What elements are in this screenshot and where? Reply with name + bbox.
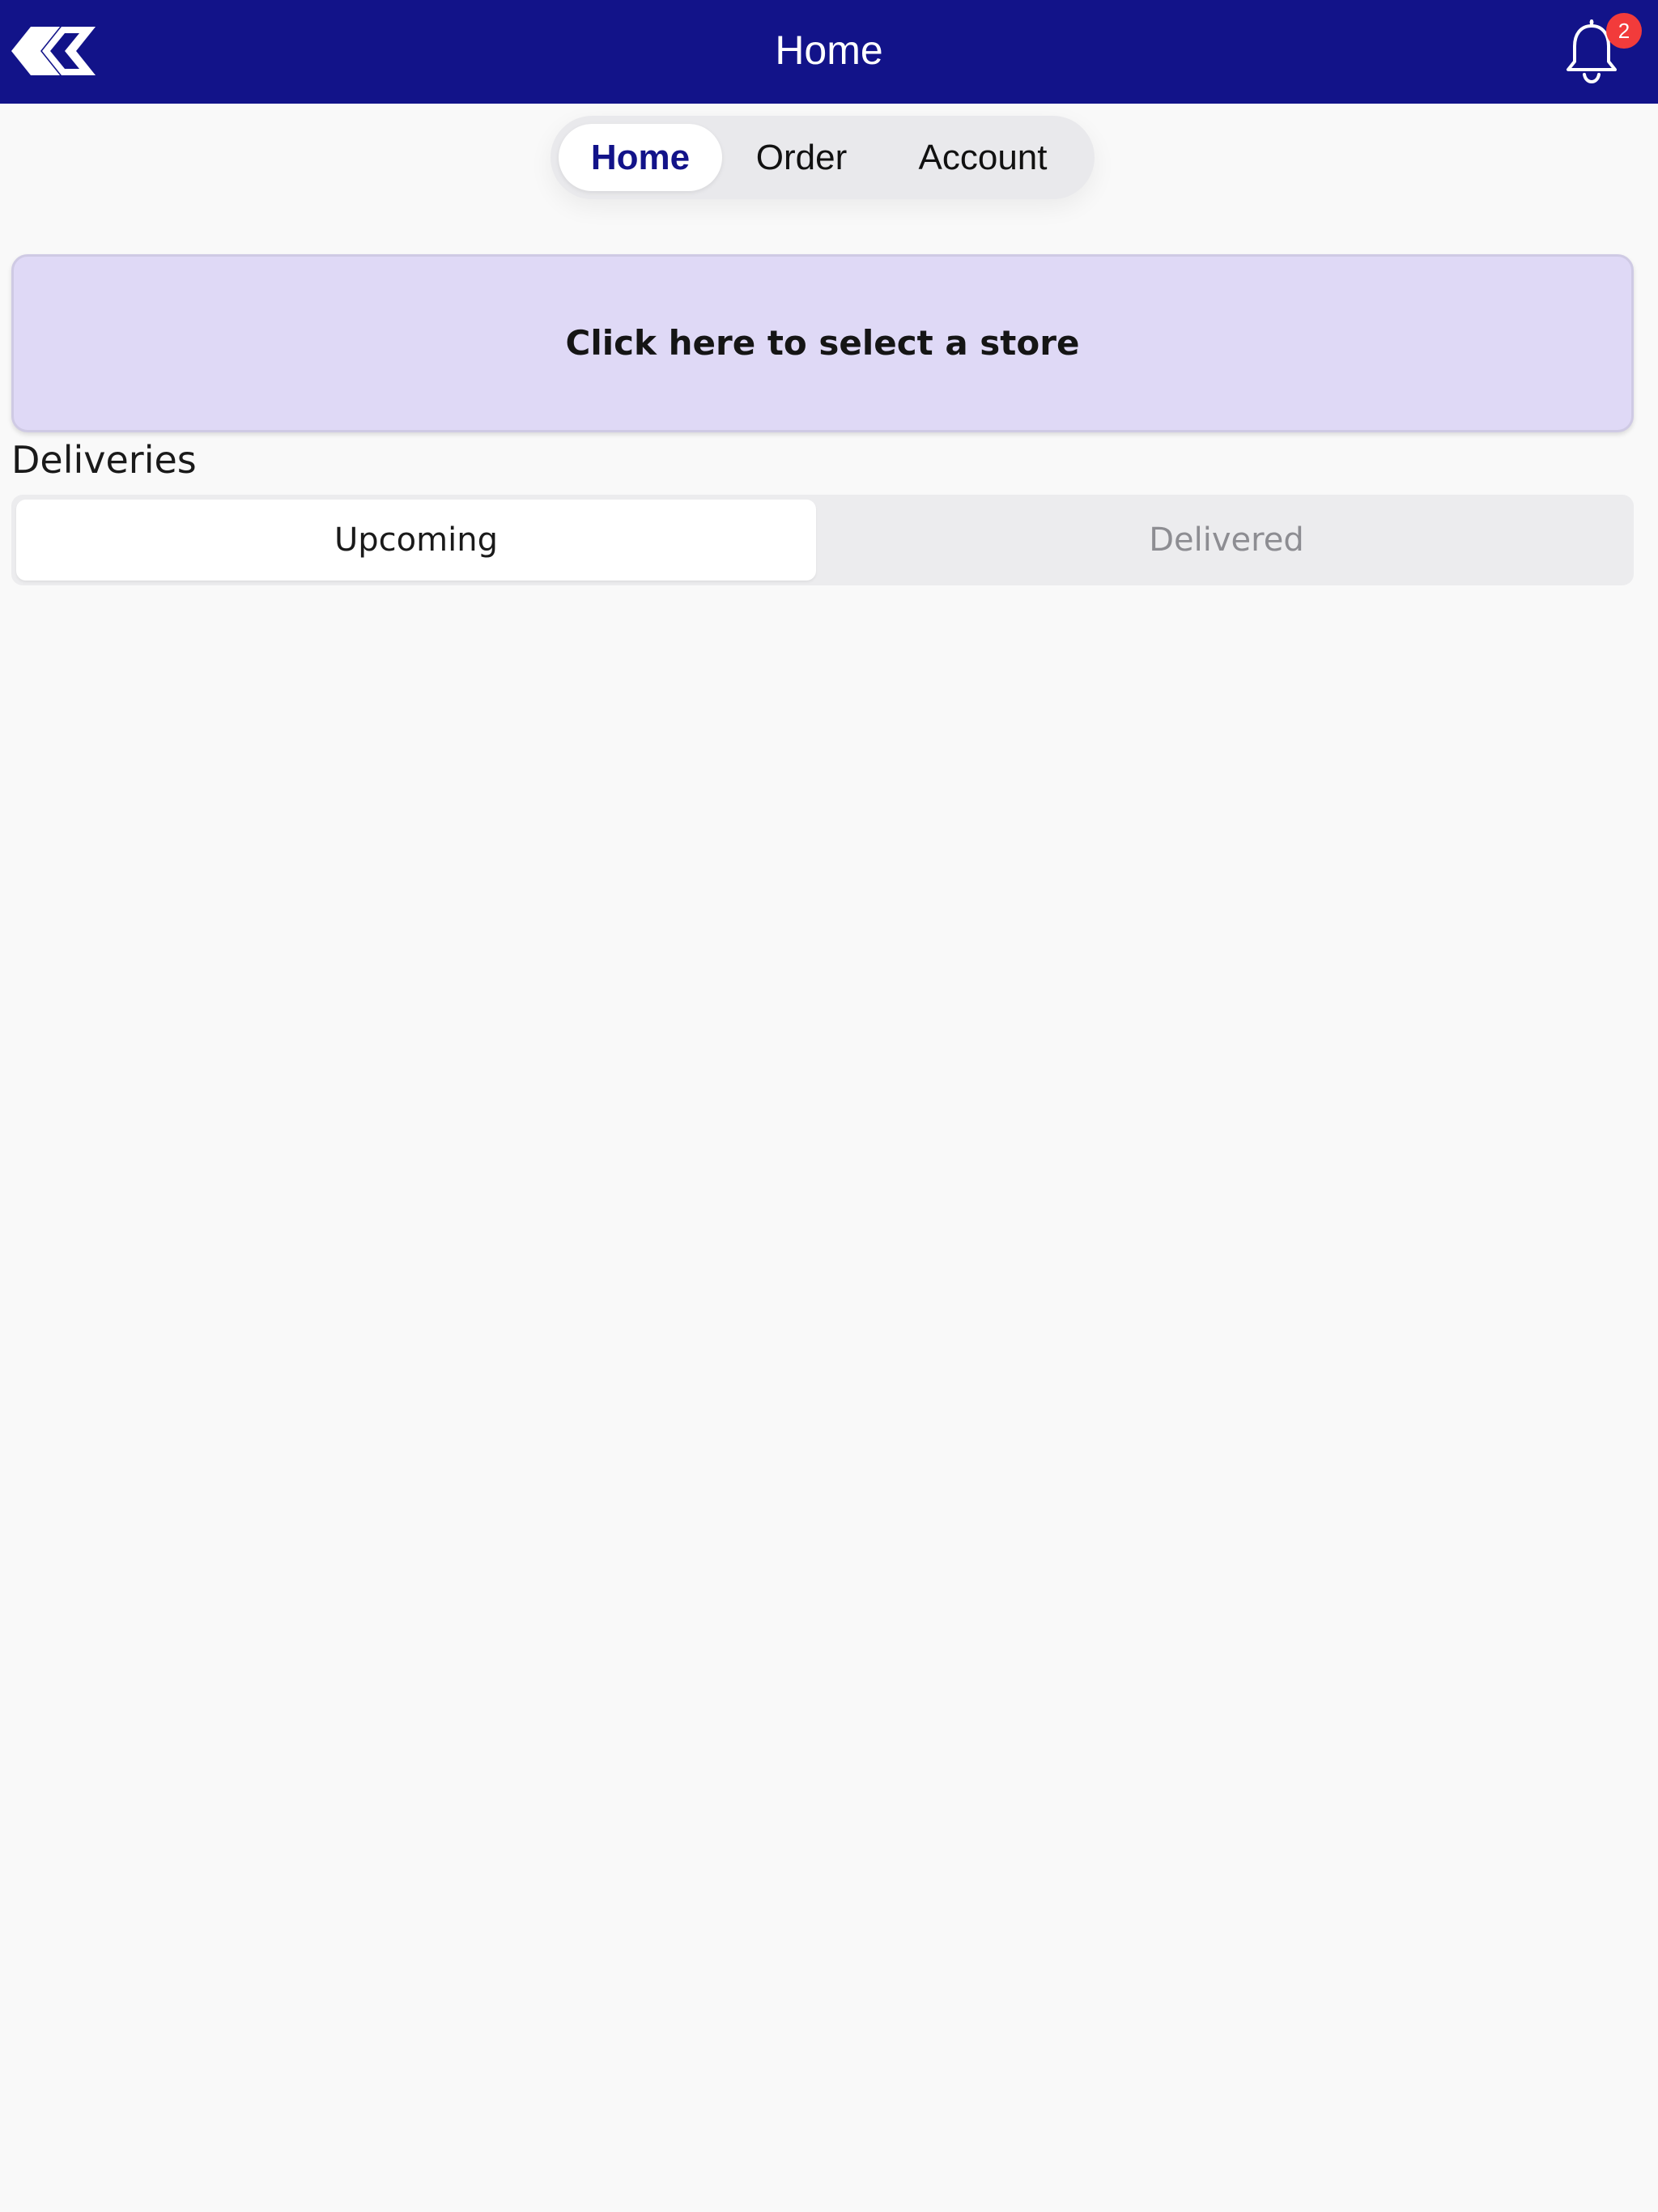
tab-account[interactable]: Account	[881, 124, 1085, 191]
select-store-button[interactable]: Click here to select a store	[11, 254, 1634, 432]
tab-home[interactable]: Home	[559, 124, 722, 191]
segment-delivered[interactable]: Delivered	[824, 500, 1629, 581]
select-store-label: Click here to select a store	[565, 323, 1080, 363]
deliveries-heading: Deliveries	[11, 438, 197, 482]
tab-order[interactable]: Order	[730, 124, 873, 191]
deliveries-segmented-control: Upcoming Delivered	[11, 495, 1634, 585]
main-tab-bar: Home Order Account	[551, 116, 1095, 199]
notification-badge: 2	[1606, 13, 1642, 49]
app-screen: Home 2 Home Order Account Click here to …	[0, 0, 1658, 2212]
header-bar: Home 2	[0, 0, 1658, 104]
segment-upcoming[interactable]: Upcoming	[16, 500, 816, 581]
page-title: Home	[775, 28, 883, 73]
